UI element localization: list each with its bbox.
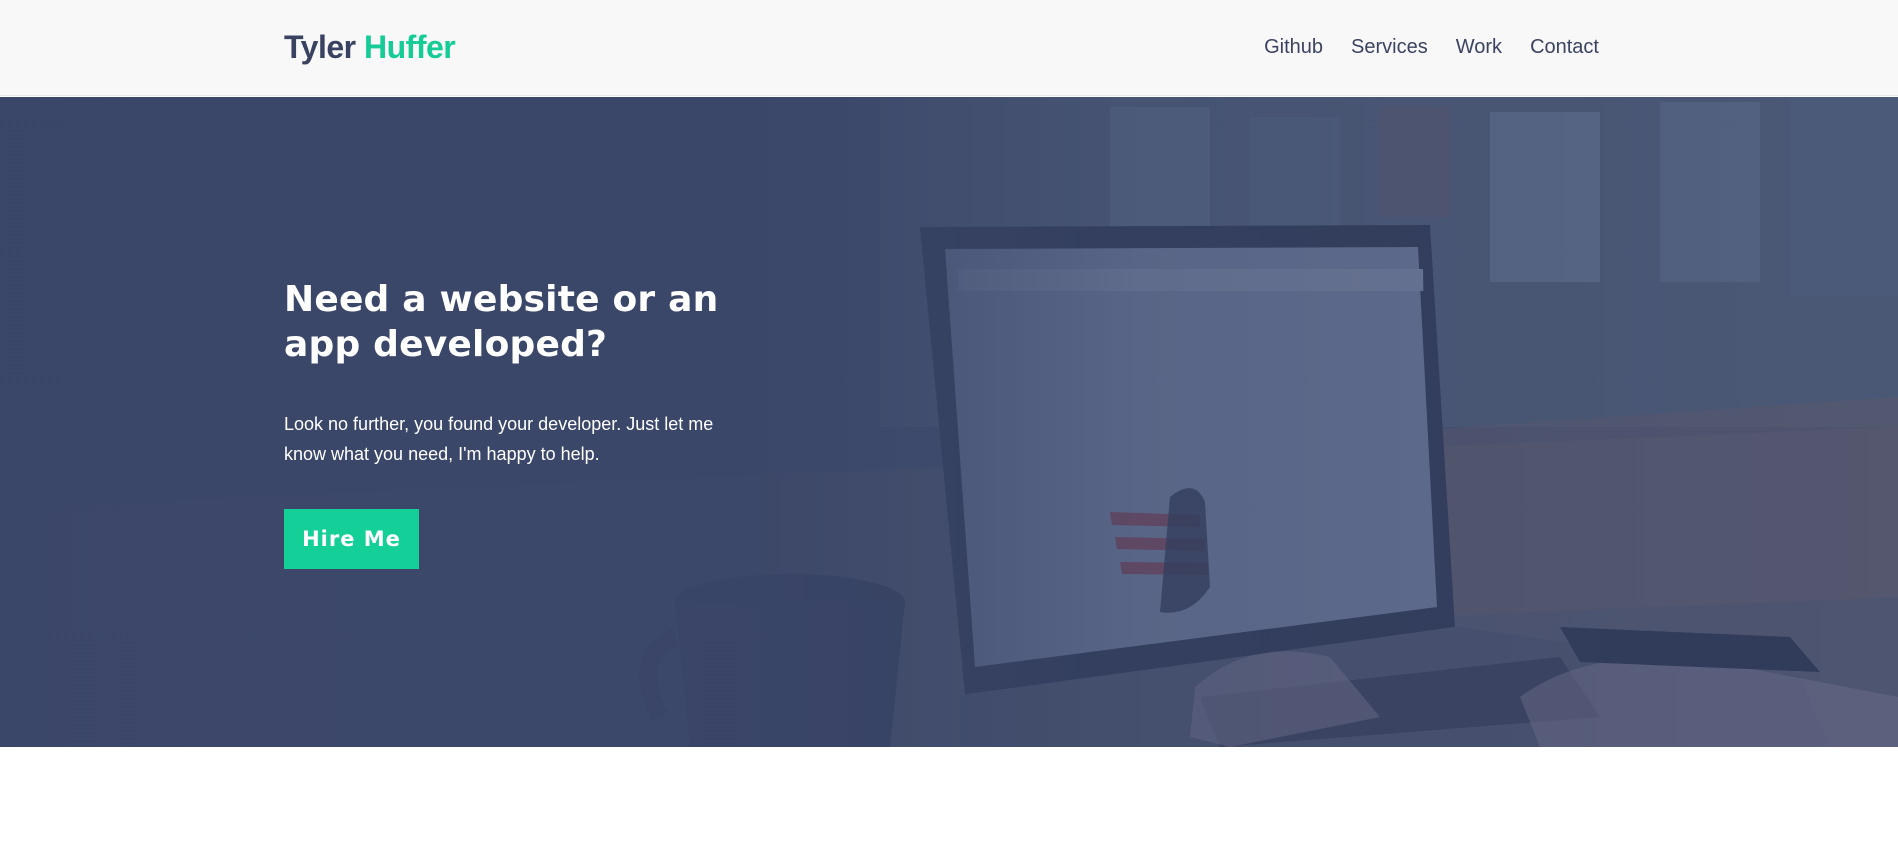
site-logo[interactable]: Tyler Huffer [284,27,456,67]
main-nav: Github Services Work Contact [1264,33,1599,61]
hero-content: Need a website or an app developed? Look… [284,277,784,569]
site-header: Tyler Huffer Github Services Work Contac… [0,0,1898,96]
logo-last-name: Huffer [364,29,456,65]
nav-link-contact[interactable]: Contact [1530,33,1599,61]
hero-section: Need a website or an app developed? Look… [0,97,1898,747]
hire-me-button[interactable]: Hire Me [284,509,419,569]
hero-title: Need a website or an app developed? [284,279,719,365]
hero-subtitle: Look no further, you found your develope… [284,414,714,464]
nav-link-services[interactable]: Services [1351,33,1428,61]
nav-link-work[interactable]: Work [1456,33,1502,61]
nav-link-github[interactable]: Github [1264,33,1323,61]
logo-first-name: Tyler [284,29,356,65]
